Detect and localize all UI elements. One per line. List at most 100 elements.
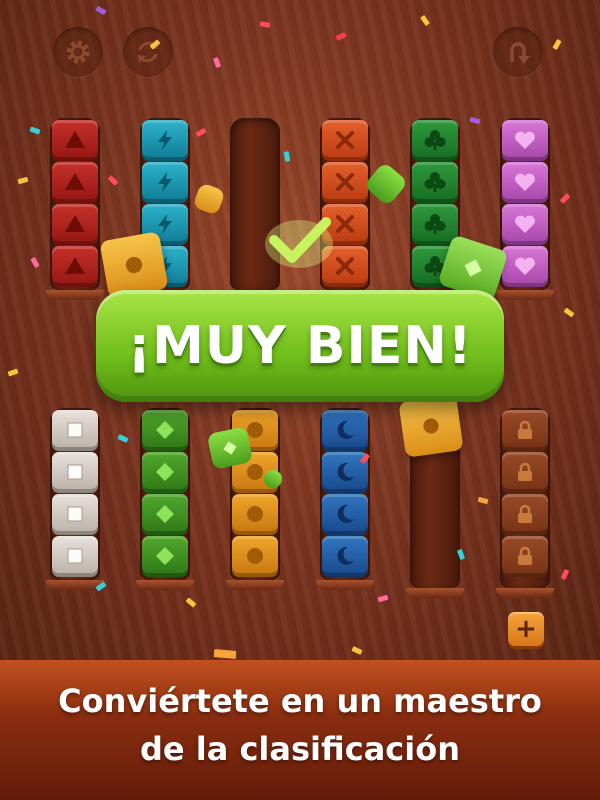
x-icon <box>336 215 354 233</box>
square-icon <box>67 506 83 522</box>
footer-line-2: de la clasificación <box>140 730 460 768</box>
confetti <box>107 175 119 186</box>
block-cyan <box>142 162 188 203</box>
tube-white[interactable] <box>46 408 104 590</box>
moon-icon <box>337 504 354 523</box>
triangle-icon <box>65 257 85 274</box>
confetti <box>560 568 570 581</box>
block-orange <box>322 120 368 161</box>
heart-icon <box>515 257 535 275</box>
promo-footer: Conviértete en un maestro de la clasific… <box>0 660 600 800</box>
confetti <box>29 126 41 135</box>
success-banner: ¡MUY BIEN! <box>96 290 504 402</box>
circle-icon <box>423 418 439 434</box>
block-locked <box>502 536 548 577</box>
confetti <box>195 127 207 138</box>
checkmark-icon <box>265 217 333 268</box>
moon-icon <box>337 546 354 565</box>
confetti <box>420 14 430 27</box>
heart-icon <box>515 215 535 233</box>
block-red <box>52 120 98 161</box>
gear-icon <box>66 40 90 64</box>
block-orange <box>322 162 368 203</box>
confetti <box>185 597 197 608</box>
moon-icon <box>337 462 354 481</box>
block-white <box>52 452 98 493</box>
block-pink <box>502 246 548 287</box>
confetti <box>351 646 363 655</box>
diamond-icon <box>156 421 174 439</box>
add-tube-button[interactable]: + <box>508 612 544 646</box>
flying-block-yellow-small <box>192 182 226 216</box>
tube-locked[interactable] <box>496 408 554 598</box>
block-white <box>52 410 98 451</box>
block-blue <box>322 410 368 451</box>
confetti <box>213 649 237 659</box>
flying-block-yellow-bottom <box>398 394 464 458</box>
block-blue <box>322 536 368 577</box>
square-icon <box>67 422 83 438</box>
undo-button[interactable] <box>493 27 543 77</box>
tube-red[interactable] <box>46 118 104 300</box>
confetti <box>469 116 481 125</box>
block-yellow <box>232 536 278 577</box>
confetti <box>335 32 347 41</box>
x-icon <box>336 257 354 275</box>
confetti <box>259 21 271 28</box>
block-cyan <box>142 120 188 161</box>
confetti <box>377 594 389 603</box>
block-lime <box>142 494 188 535</box>
triangle-icon <box>65 215 85 232</box>
confetti <box>283 151 291 162</box>
block-white <box>52 536 98 577</box>
x-icon <box>336 131 354 149</box>
diamond-icon <box>464 259 482 277</box>
game-board: ¡MUY BIEN! + <box>0 0 600 660</box>
lock-icon <box>518 546 532 565</box>
circle-icon <box>125 256 143 274</box>
square-icon <box>67 464 83 480</box>
block-lime <box>142 410 188 451</box>
banner-text: ¡MUY BIEN! <box>127 316 473 376</box>
block-red <box>52 246 98 287</box>
diamond-icon <box>223 441 237 455</box>
undo-icon <box>510 42 530 64</box>
heart-icon <box>515 131 535 149</box>
tube-lime[interactable] <box>136 408 194 590</box>
heart-icon <box>515 173 535 191</box>
block-pink <box>502 162 548 203</box>
confetti <box>559 193 571 204</box>
block-green <box>412 204 458 245</box>
diamond-icon <box>156 547 174 565</box>
block-white <box>52 494 98 535</box>
lock-icon <box>518 420 532 439</box>
club-icon <box>424 172 446 192</box>
circle-icon <box>247 548 263 564</box>
flying-block-green <box>363 161 409 207</box>
tube-blue[interactable] <box>316 408 374 590</box>
confetti <box>7 368 19 377</box>
confetti <box>17 176 29 185</box>
moon-icon <box>337 420 354 439</box>
bolt-icon <box>158 130 172 150</box>
plus-icon: + <box>515 614 537 644</box>
diamond-icon <box>156 463 174 481</box>
triangle-icon <box>65 173 85 190</box>
confetti <box>212 56 222 69</box>
club-icon <box>424 130 446 150</box>
confetti <box>30 256 40 269</box>
club-icon <box>424 214 446 234</box>
circle-icon <box>247 506 263 522</box>
block-green <box>412 162 458 203</box>
diamond-icon <box>156 505 174 523</box>
lock-icon <box>518 462 532 481</box>
block-pink <box>502 204 548 245</box>
settings-button[interactable] <box>53 27 103 77</box>
tube-pink[interactable] <box>496 118 554 300</box>
bolt-icon <box>158 172 172 192</box>
block-pink <box>502 120 548 161</box>
footer-line-1: Conviértete en un maestro <box>58 682 542 720</box>
confetti <box>117 434 129 443</box>
restart-button[interactable] <box>123 27 173 77</box>
block-lime <box>142 452 188 493</box>
